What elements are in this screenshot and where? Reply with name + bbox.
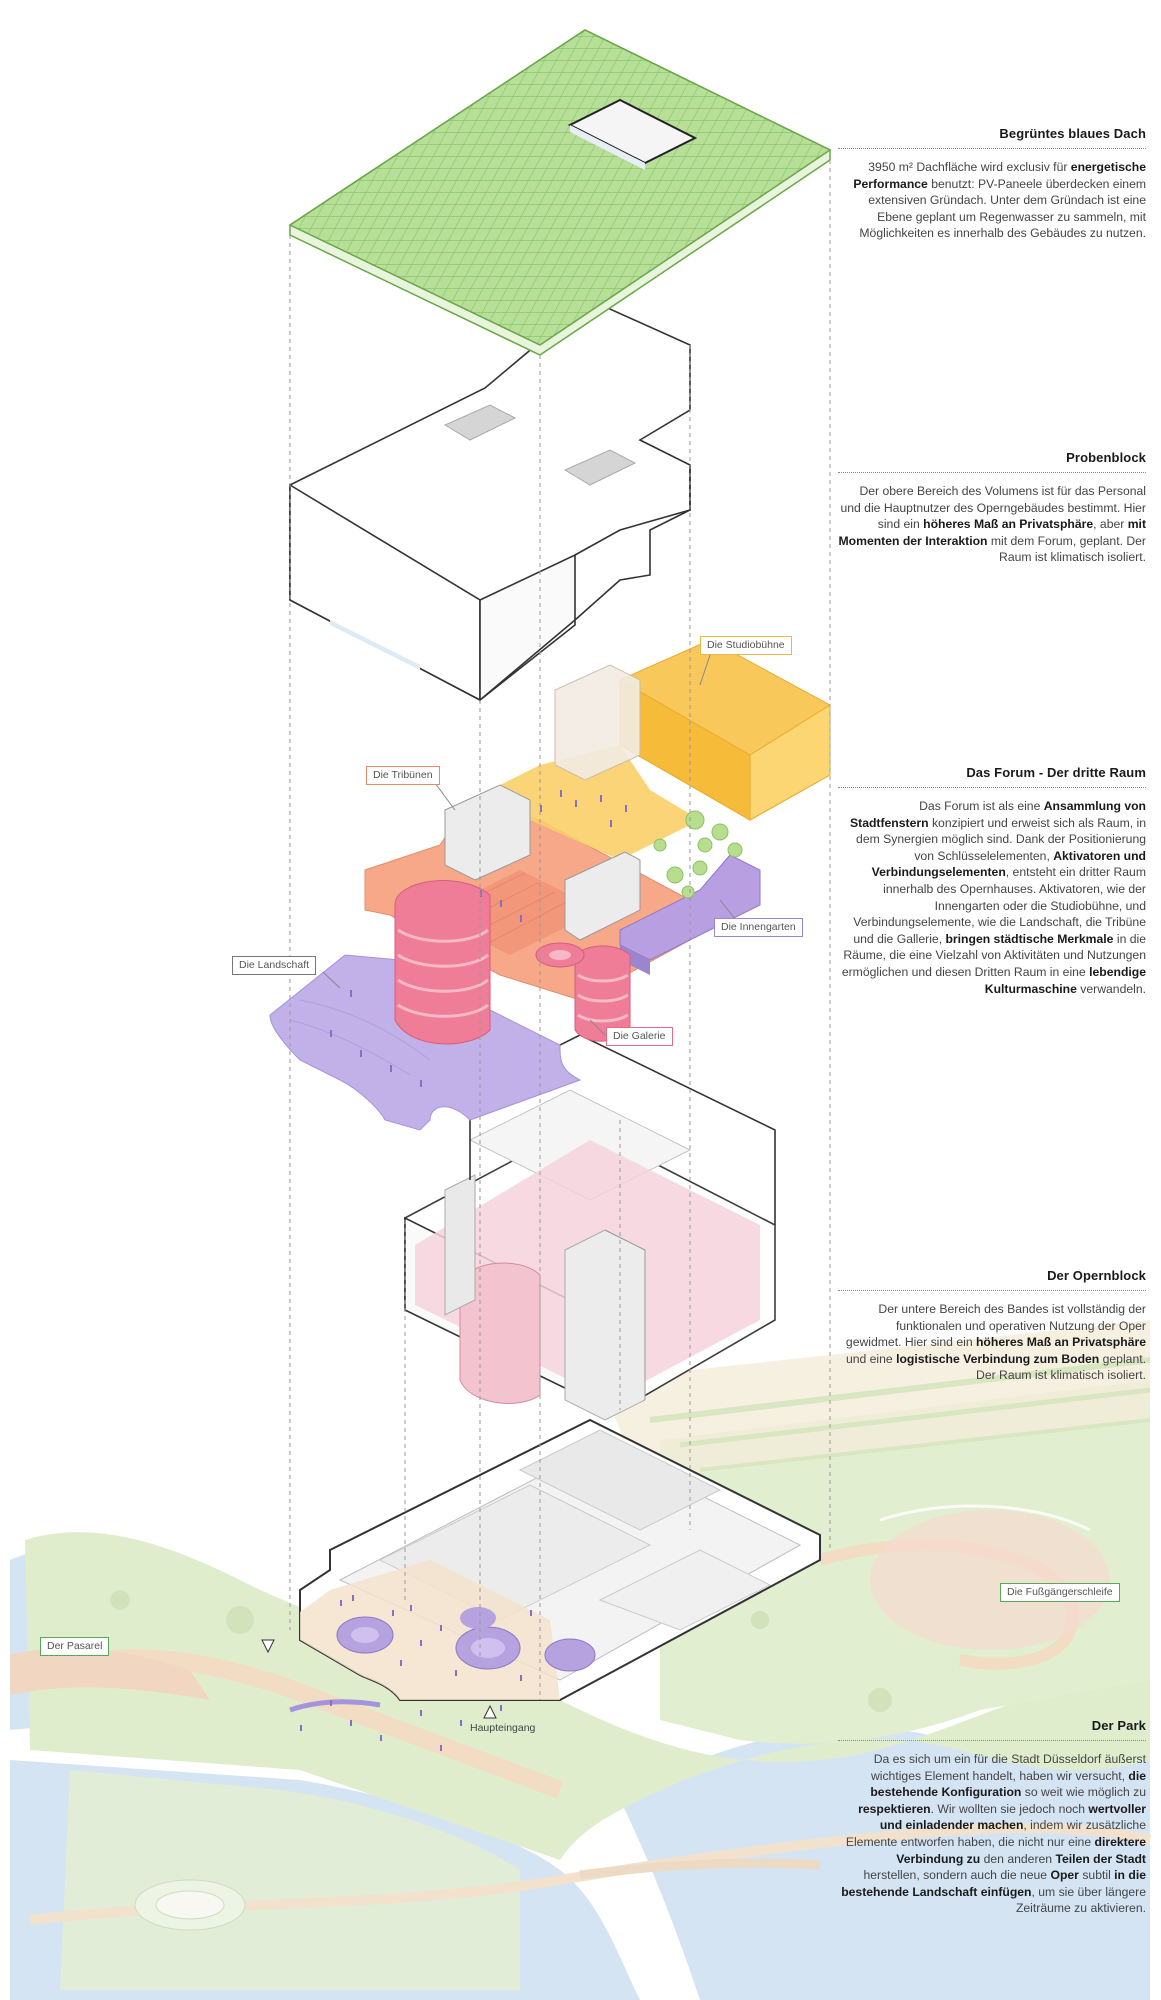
section-forum: Das Forum - Der dritte Raum Das Forum is…: [838, 765, 1146, 997]
body-text: , um sie über längere Zeiträume zu aktiv…: [1015, 1884, 1146, 1916]
probenblock-volume: [289, 299, 691, 702]
body-text: so weit wie möglich zu: [1021, 1785, 1146, 1800]
body-text: . Wir wollten sie jedoch noch: [930, 1801, 1089, 1816]
emphasis-text: höheres Maß an Privatsphäre: [923, 517, 1094, 532]
emphasis-text: Oper: [1050, 1868, 1079, 1883]
section-body: Da es sich um ein für die Stadt Düsseldo…: [838, 1751, 1146, 1917]
body-text: Da es sich um ein für die Stadt Düsseldo…: [870, 1752, 1146, 1783]
body-text: , aber: [1093, 517, 1128, 532]
label-galerie: Die Galerie: [606, 1027, 673, 1046]
forum-volume: [269, 639, 831, 1131]
section-opernblock: Der Opernblock Der untere Bereich des Ba…: [838, 1268, 1146, 1384]
section-title: Probenblock: [1066, 450, 1146, 465]
exploded-axonometric-diagram: [10, 29, 1152, 2000]
section-body: Das Forum ist als eine Ansammlung von St…: [838, 798, 1146, 997]
label-studiobuehne: Die Studiobühne: [700, 636, 792, 655]
roof-volume: [288, 29, 832, 356]
section-roof: Begrüntes blaues Dach 3950 m² Dachfläche…: [838, 126, 1146, 242]
body-text: 3950 m² Dachfläche wird exclusiv für: [868, 160, 1071, 174]
label-innengarten: Die Innengarten: [714, 918, 803, 937]
section-title: Das Forum - Der dritte Raum: [966, 765, 1146, 780]
section-title: Der Park: [1091, 1718, 1146, 1733]
body-text: verwandeln.: [1076, 981, 1146, 996]
body-text: subtil: [1078, 1868, 1115, 1883]
emphasis-text: höheres Maß an Privatsphäre: [975, 1335, 1146, 1350]
body-text: den anderen: [980, 1851, 1056, 1866]
emphasis-text: respektieren: [858, 1801, 931, 1816]
body-text: mit dem Forum, geplant. Der Raum ist kli…: [987, 533, 1146, 565]
body-text: herstellen, sondern auch die neue: [863, 1868, 1051, 1883]
section-probenblock: Probenblock Der obere Bereich des Volume…: [838, 450, 1146, 566]
label-tribuenen: Die Tribünen: [366, 766, 440, 785]
divider: [838, 1740, 1146, 1741]
section-park: Der Park Da es sich um ein für die Stadt…: [838, 1718, 1146, 1917]
divider: [838, 148, 1146, 149]
section-body: 3950 m² Dachfläche wird exclusiv für ene…: [838, 159, 1146, 242]
section-title: Begrüntes blaues Dach: [999, 126, 1146, 141]
body-text: und eine: [845, 1351, 897, 1366]
emphasis-text: Teilen der Stadt: [1055, 1851, 1146, 1866]
emphasis-text: logistische Verbindung zum Boden: [896, 1351, 1100, 1366]
label-pasarel: Der Pasarel: [40, 1637, 110, 1656]
divider: [838, 787, 1146, 788]
divider: [838, 1290, 1146, 1291]
label-fussgaengerschleife: Die Fußgängerschleife: [1000, 1583, 1120, 1602]
body-text: Das Forum ist als eine: [919, 799, 1044, 813]
label-landschaft: Die Landschaft: [232, 956, 317, 975]
section-body: Der obere Bereich des Volumens ist für d…: [838, 483, 1146, 566]
emphasis-text: bringen städtische Merkmale: [945, 931, 1114, 946]
label-haupteingang: Haupteingang: [470, 1722, 536, 1734]
section-title: Der Opernblock: [1047, 1268, 1146, 1283]
divider: [838, 472, 1146, 473]
section-body: Der untere Bereich des Bandes ist vollst…: [838, 1301, 1146, 1384]
